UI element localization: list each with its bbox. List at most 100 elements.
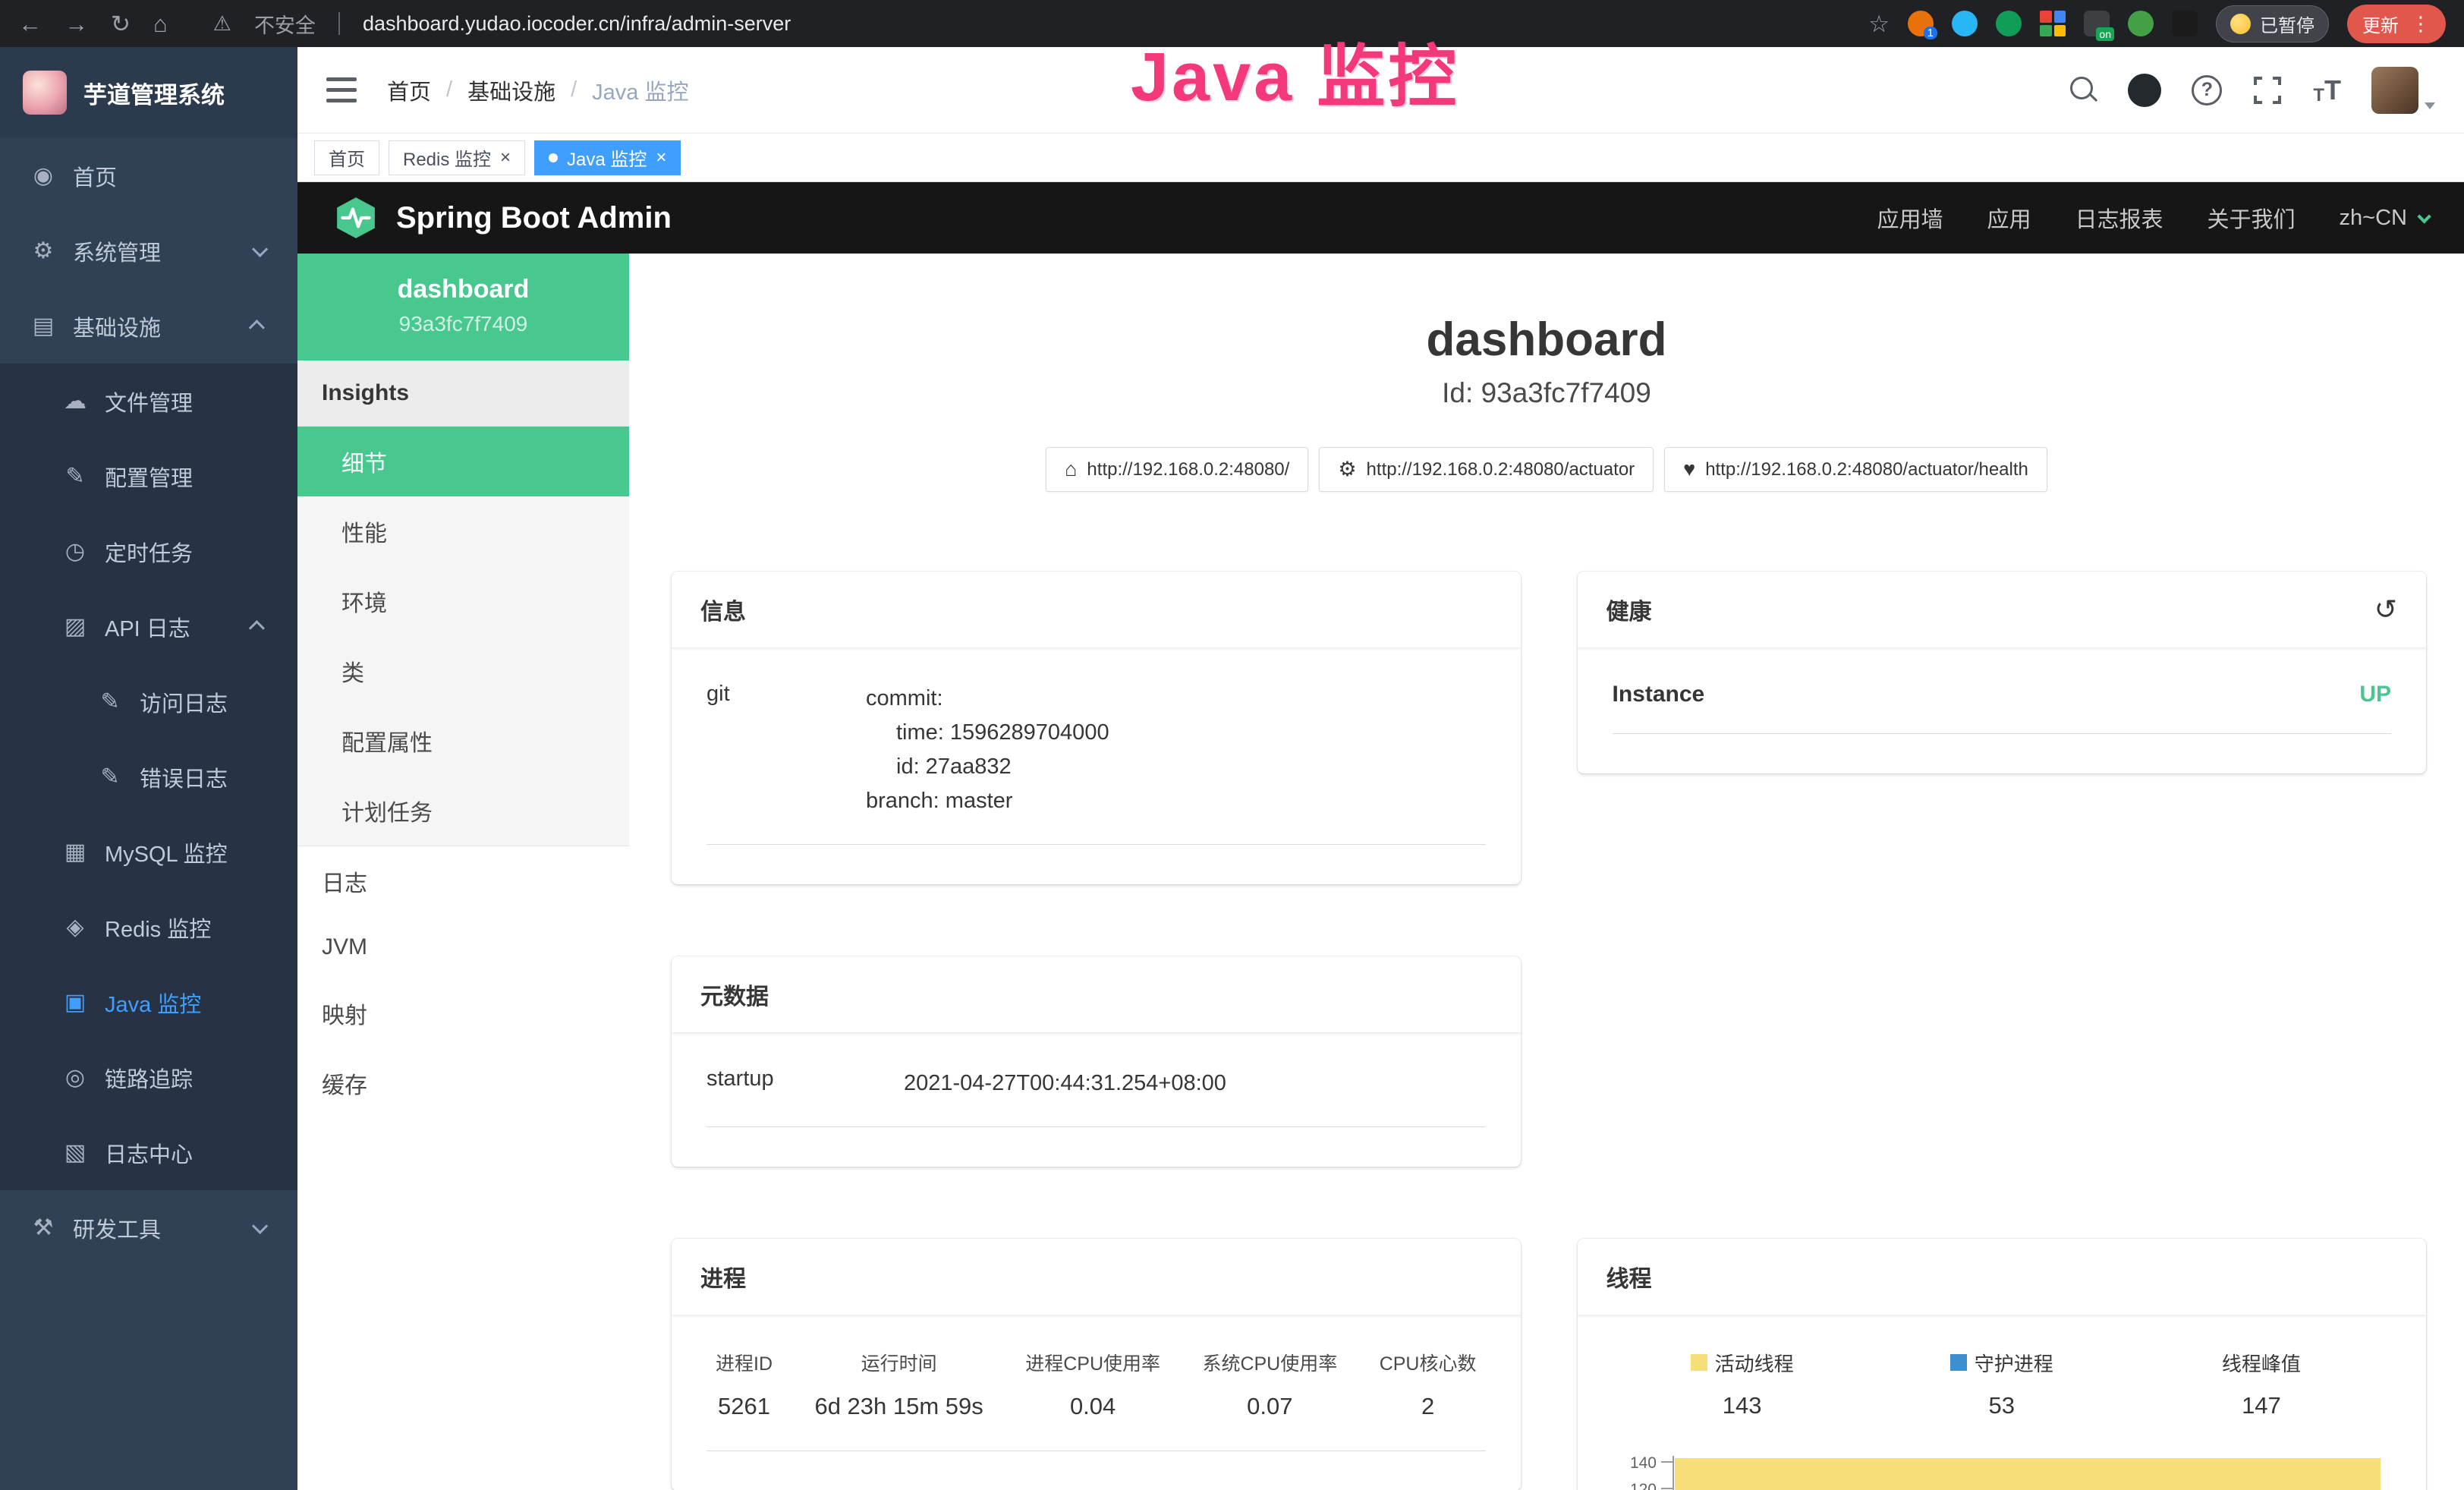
health-url-button[interactable]: ♥ http://192.168.0.2:48080/actuator/heal… <box>1664 447 2047 492</box>
history-icon[interactable]: ↺ <box>2374 596 2397 623</box>
sba-nav-environment[interactable]: 环境 <box>297 566 629 636</box>
home-icon: ⌂ <box>1065 458 1077 481</box>
caret-down-icon <box>2425 102 2435 109</box>
breadcrumb-home[interactable]: 首页 <box>387 74 431 106</box>
sba-nav-mappings[interactable]: 映射 <box>297 978 629 1048</box>
dashboard-icon: ◉ <box>26 162 61 189</box>
locale-label: zh~CN <box>2340 206 2407 231</box>
file-icon: ☁ <box>58 388 93 414</box>
infrastructure-icon: ▤ <box>26 313 61 339</box>
sidebar-item-file-manage[interactable]: ☁ 文件管理 <box>0 364 297 439</box>
kebab-menu-icon[interactable]: ⋮ <box>2411 12 2431 36</box>
active-threads-area <box>1675 1458 2381 1490</box>
extension-icon[interactable] <box>1996 11 2022 36</box>
metadata-key: startup <box>706 1066 904 1101</box>
search-icon[interactable] <box>2070 77 2097 104</box>
avatar[interactable] <box>2371 67 2418 114</box>
user-menu[interactable] <box>2371 67 2435 114</box>
sba-nav-classes[interactable]: 类 <box>297 636 629 706</box>
sidebar-item-redis-monitor[interactable]: ◈ Redis 监控 <box>0 890 297 965</box>
paused-badge[interactable]: 已暂停 <box>2216 5 2329 43</box>
extension-icon[interactable] <box>1952 11 1978 36</box>
insights-section-label: Insights <box>297 361 629 427</box>
locale-select[interactable]: zh~CN <box>2340 206 2428 231</box>
legend-live-threads: 活动线程 143 <box>1613 1349 1872 1419</box>
service-url-button[interactable]: ⌂ http://192.168.0.2:48080/ <box>1046 447 1308 492</box>
metadata-value: 2021-04-27T00:44:31.254+08:00 <box>904 1066 1486 1101</box>
extension-icon[interactable] <box>2172 11 2198 36</box>
screen: ← → ↻ ⌂ ⚠ 不安全 dashboard.yudao.iocoder.cn… <box>0 0 2464 1490</box>
redis-icon: ◈ <box>58 914 93 940</box>
sba-nav-config-props[interactable]: 配置属性 <box>297 706 629 776</box>
breadcrumb-current: Java 监控 <box>592 74 688 106</box>
sba-nav-jvm[interactable]: JVM <box>297 916 629 978</box>
sidebar-item-home[interactable]: ◉ 首页 <box>0 138 297 213</box>
update-button[interactable]: 更新 ⋮ <box>2347 5 2446 43</box>
tab-redis-monitor[interactable]: Redis 监控 × <box>389 140 525 175</box>
reload-icon[interactable]: ↻ <box>111 12 131 36</box>
process-stats: 进程ID 5261 运行时间 6d 23h 15m 59s 进程CPU使用率 <box>706 1349 1486 1451</box>
sba-nav-logs[interactable]: 日志 <box>297 846 629 916</box>
font-size-icon[interactable]: TT <box>2313 74 2341 106</box>
sba-nav-applications[interactable]: 应用 <box>1987 202 2031 234</box>
actuator-url-button[interactable]: ⚙ http://192.168.0.2:48080/actuator <box>1319 447 1654 492</box>
sba-nav-caches[interactable]: 缓存 <box>297 1048 629 1118</box>
legend-daemon-threads: 守护进程 53 <box>1872 1349 2132 1419</box>
info-card: 信息 git commit: time: 1596289704000 id: 2… <box>672 572 1521 884</box>
address-url[interactable]: dashboard.yudao.iocoder.cn/infra/admin-s… <box>363 12 791 36</box>
info-key: git <box>706 682 866 818</box>
extension-icon[interactable] <box>2128 11 2154 36</box>
browser-home-icon[interactable]: ⌂ <box>153 12 168 36</box>
extension-on-badge: on <box>2096 27 2114 41</box>
sidebar-item-trace[interactable]: ◎ 链路追踪 <box>0 1040 297 1115</box>
github-icon[interactable] <box>2128 74 2161 107</box>
app-title: 芋道管理系统 <box>83 76 225 110</box>
hamburger-icon[interactable] <box>326 77 357 102</box>
forward-icon[interactable]: → <box>65 12 88 36</box>
extension-icon[interactable]: on <box>2084 11 2110 36</box>
sidebar-item-infrastructure[interactable]: ▤ 基础设施 <box>0 288 297 364</box>
sidebar-item-dev-tools[interactable]: ⚒ 研发工具 <box>0 1190 297 1265</box>
sidebar-item-access-logs[interactable]: ✎ 访问日志 <box>0 664 297 739</box>
sidebar-item-config-manage[interactable]: ✎ 配置管理 <box>0 439 297 514</box>
sba-nav-journal[interactable]: 日志报表 <box>2075 202 2163 234</box>
heartbeat-icon: ♥ <box>1683 458 1695 481</box>
sidebar-item-system-manage[interactable]: ⚙ 系统管理 <box>0 213 297 288</box>
paused-label: 已暂停 <box>2260 11 2315 37</box>
sba-nav-scheduled-tasks[interactable]: 计划任务 <box>297 776 629 846</box>
sidebar-item-mysql-monitor[interactable]: ▦ MySQL 监控 <box>0 814 297 890</box>
help-icon[interactable]: ? <box>2192 75 2222 106</box>
sidebar-item-scheduled-tasks[interactable]: ◷ 定时任务 <box>0 514 297 589</box>
sba-nav-wall[interactable]: 应用墙 <box>1877 202 1943 234</box>
header-actions: ? TT <box>2070 67 2435 114</box>
warning-icon: ⚠ <box>213 12 231 36</box>
svg-text:120: 120 <box>1629 1481 1656 1490</box>
bookmark-star-icon[interactable]: ☆ <box>1868 12 1890 36</box>
breadcrumb-infrastructure[interactable]: 基础设施 <box>467 74 555 106</box>
tab-close-icon[interactable]: × <box>656 149 666 167</box>
fullscreen-icon[interactable] <box>2252 75 2283 106</box>
sba-nav-about[interactable]: 关于我们 <box>2208 202 2296 234</box>
sba-content: dashboard Id: 93a3fc7f7409 ⌂ http://192.… <box>629 254 2464 1490</box>
sidebar-item-log-center[interactable]: ▧ 日志中心 <box>0 1115 297 1190</box>
sidebar-item-api-logs[interactable]: ▨ API 日志 <box>0 589 297 664</box>
extension-icon[interactable] <box>2040 11 2066 36</box>
sba-brand[interactable]: Spring Boot Admin <box>334 196 672 240</box>
tab-home[interactable]: 首页 <box>314 140 379 175</box>
instance-header[interactable]: dashboard 93a3fc7f7409 <box>297 254 629 361</box>
tab-close-icon[interactable]: × <box>500 149 511 167</box>
tab-java-monitor[interactable]: Java 监控 × <box>534 140 681 175</box>
sba-nav-details[interactable]: 细节 <box>297 427 629 496</box>
trace-icon: ◎ <box>58 1064 93 1091</box>
app-logo[interactable]: 芋道管理系统 <box>0 47 297 138</box>
chevron-down-icon <box>2417 209 2431 223</box>
sba-nav-metrics[interactable]: 性能 <box>297 496 629 566</box>
sidebar-item-error-logs[interactable]: ✎ 错误日志 <box>0 739 297 814</box>
security-label[interactable]: 不安全 <box>254 9 316 39</box>
health-row[interactable]: Instance UP <box>1613 682 2392 734</box>
sba-nav: 应用墙 应用 日志报表 关于我们 zh~CN <box>1877 202 2428 234</box>
annotation-java-monitor: Java 监控 <box>1131 21 1459 120</box>
sidebar-item-java-monitor[interactable]: ▣ Java 监控 <box>0 965 297 1040</box>
back-icon[interactable]: ← <box>18 12 42 36</box>
extension-icon[interactable]: 1 <box>1908 11 1934 36</box>
